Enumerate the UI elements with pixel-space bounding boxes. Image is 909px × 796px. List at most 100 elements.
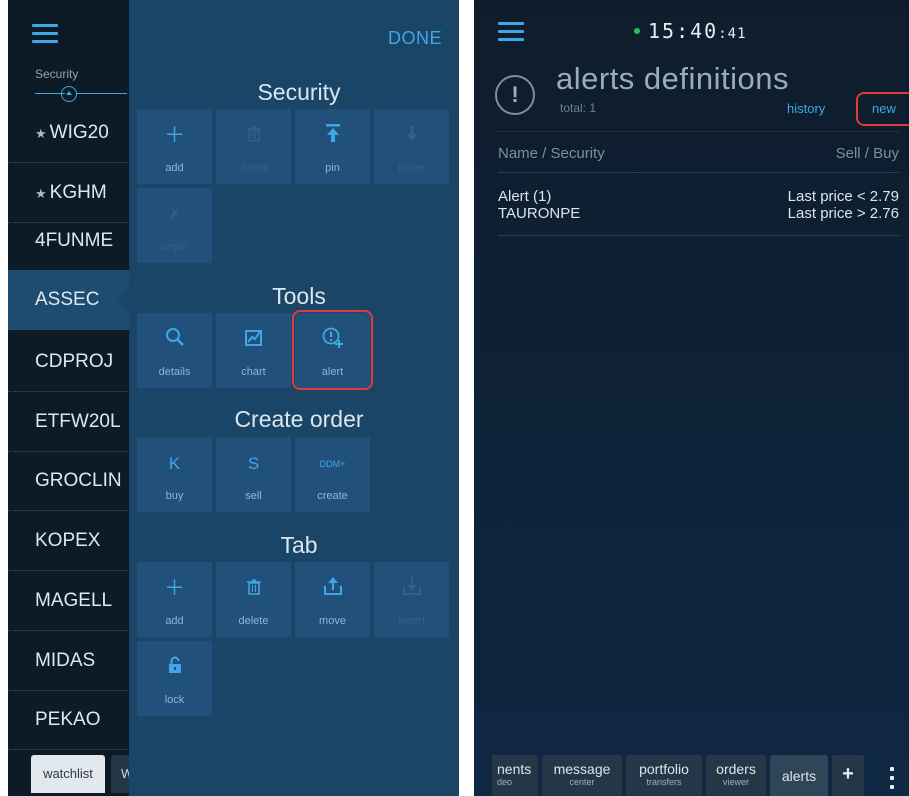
pin-top-icon (295, 123, 370, 149)
sort-ascending-icon[interactable] (61, 86, 77, 102)
create-order-button[interactable]: DDM+ create (295, 437, 370, 512)
pin-security-button[interactable]: pin (295, 109, 370, 184)
pin-icon: ★ (35, 126, 47, 141)
section-title-security: Security (257, 79, 341, 105)
tile-label: delete (238, 162, 269, 174)
tile-label: details (158, 366, 191, 378)
alert-name: Alert (1) (498, 188, 552, 205)
security-name: KOPEX (35, 530, 101, 551)
chart-icon (216, 327, 291, 353)
security-name: 4FUNME (35, 230, 114, 251)
add-security-button[interactable]: ＋ add (137, 109, 212, 184)
watchlist-item[interactable]: CDPROJ (8, 332, 138, 392)
tile-label: move (319, 615, 346, 627)
tile-label: buy (165, 490, 184, 502)
plus-icon: ＋ (164, 124, 185, 147)
tile-label: add (165, 162, 184, 174)
tab-sublabel: viewer (722, 777, 749, 787)
tab-sublabel: deo (497, 777, 513, 787)
alert-icon: ! (495, 75, 535, 115)
move-tab-button[interactable]: move (295, 562, 370, 637)
unpin-icon: ✗ (168, 206, 181, 223)
menu-icon[interactable] (498, 22, 524, 42)
security-actions-panel: DONE Security Tools Create order Tab ＋ a… (129, 0, 459, 796)
tab-watchlist[interactable]: watchlist (31, 755, 105, 793)
tab-portfolio[interactable]: portfolio transfers (626, 755, 702, 796)
watchlist-item[interactable]: ETFW20L (8, 392, 138, 452)
more-options-icon[interactable] (890, 767, 894, 789)
buy-button[interactable]: K buy (137, 437, 212, 512)
details-button[interactable]: details (137, 313, 212, 388)
security-name: KGHM (49, 182, 107, 203)
done-button[interactable]: DONE (388, 28, 442, 49)
tab-message-center[interactable]: message center (542, 755, 622, 796)
delete-tab-button[interactable]: delete (216, 562, 291, 637)
tile-label: add (165, 615, 184, 627)
new-alert-button[interactable]: new (872, 101, 896, 116)
security-name: ETFW20L (35, 411, 121, 432)
tab-documents[interactable]: nents deo (492, 755, 538, 796)
tile-label: sell (245, 490, 262, 502)
insert-tab-button[interactable]: insert (374, 562, 449, 637)
alert-security: TAURONPE (498, 205, 581, 222)
security-name: PEKAO (35, 709, 101, 730)
tile-label: chart (241, 366, 266, 378)
page-title: alerts definitions (556, 61, 790, 96)
add-tab-button[interactable]: ＋ add (137, 562, 212, 637)
tile-label: insert (398, 615, 425, 627)
watchlist-item[interactable]: KOPEX (8, 511, 138, 571)
security-name: CDPROJ (35, 351, 114, 372)
tab-alerts[interactable]: alerts (770, 755, 828, 796)
tile-label: move (398, 162, 425, 174)
search-icon (137, 327, 212, 353)
online-status-dot (634, 27, 640, 34)
add-tab-button[interactable]: + (832, 755, 864, 796)
security-name: MAGELL (35, 590, 113, 611)
security-column-label[interactable]: Security (35, 67, 78, 81)
tab-label: orders (716, 761, 756, 777)
tab-label: nents (497, 761, 532, 777)
unpin-security-button[interactable]: ✗ unpin (137, 188, 212, 263)
bottom-tab-bar: nents deo message center portfolio trans… (474, 755, 909, 796)
lock-tab-button[interactable]: lock (137, 641, 212, 716)
watchlist-item[interactable]: MAGELL (8, 571, 138, 631)
watchlist-item[interactable]: PEKAO (8, 690, 138, 750)
tile-label: create (317, 490, 348, 502)
tab-label: portfolio (639, 761, 689, 777)
arrow-down-icon (374, 123, 449, 149)
download-icon (374, 576, 449, 602)
watchlist-item[interactable]: ★ WIG20 (8, 103, 138, 163)
divider (498, 172, 899, 173)
watchlist-item[interactable]: MIDAS (8, 631, 138, 691)
chart-button[interactable]: chart (216, 313, 291, 388)
pin-icon: ★ (35, 186, 47, 201)
history-button[interactable]: history (787, 101, 825, 116)
tile-label: delete (238, 615, 269, 627)
alert-sell-condition: Last price < 2.79 (787, 188, 899, 205)
column-header-name: Name / Security (498, 145, 605, 162)
alert-row[interactable]: Alert (1) TAURONPE Last price < 2.79 Las… (498, 188, 899, 236)
section-title-create-order: Create order (234, 406, 364, 432)
security-name: WIG20 (49, 122, 109, 143)
tile-label: lock (164, 694, 185, 706)
trash-icon (216, 576, 291, 602)
move-security-button[interactable]: move (374, 109, 449, 184)
alert-highlight-box (292, 310, 373, 390)
alerts-screen: 15:40:41 ! alerts definitions total: 1 h… (474, 0, 909, 796)
sell-glyph: S (247, 454, 260, 473)
clock-hours-minutes: 15:40 (648, 19, 719, 43)
ddm-glyph: DDM+ (319, 459, 346, 469)
section-title-tools: Tools (272, 283, 326, 309)
sort-divider (77, 93, 127, 94)
security-name: MIDAS (35, 650, 96, 671)
lock-icon (137, 655, 212, 681)
tab-orders[interactable]: orders viewer (706, 755, 766, 796)
menu-icon[interactable] (32, 24, 58, 44)
delete-security-button[interactable]: delete (216, 109, 291, 184)
sell-button[interactable]: S sell (216, 437, 291, 512)
watchlist-item[interactable]: 4FUNME (8, 211, 138, 271)
trash-icon (216, 123, 291, 149)
section-title-tab: Tab (280, 532, 318, 558)
alerts-total: total: 1 (560, 101, 597, 115)
watchlist-item[interactable]: GROCLIN (8, 451, 138, 511)
